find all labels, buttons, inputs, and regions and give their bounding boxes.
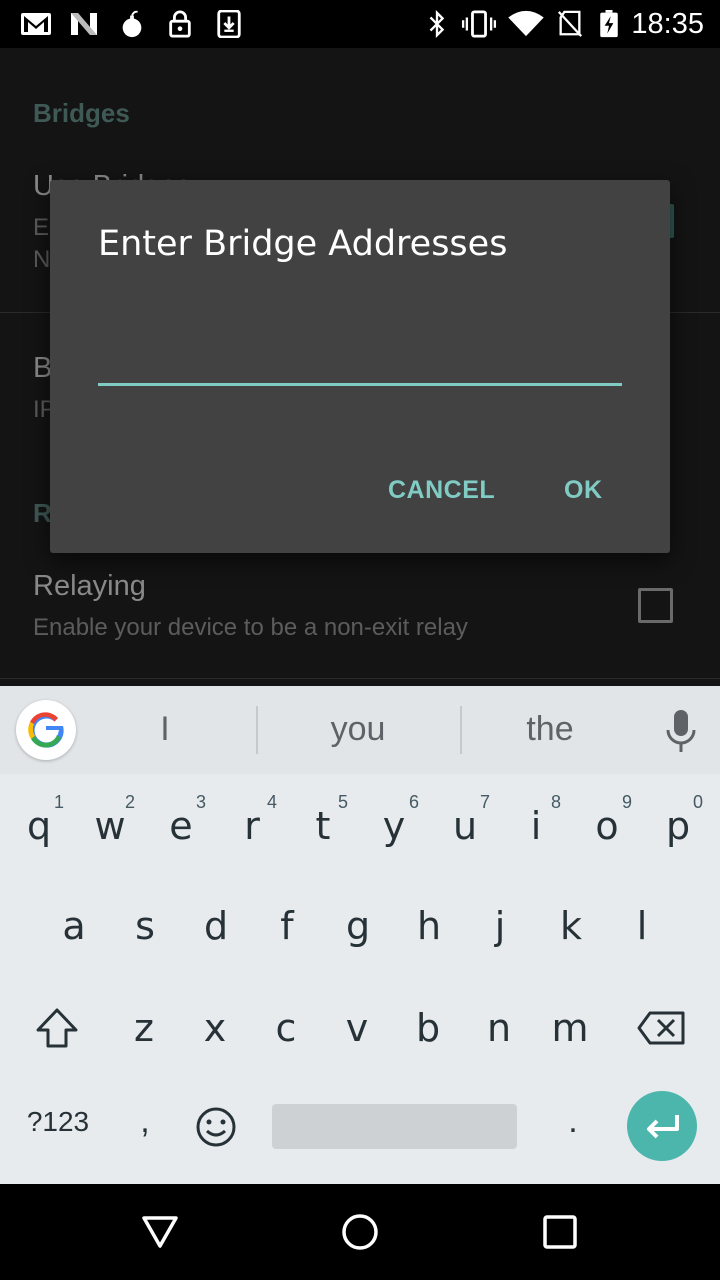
period-key[interactable]: .: [558, 1102, 588, 1141]
key-hint-6: 6: [409, 792, 420, 812]
clock: 18:35: [631, 8, 704, 40]
ok-button[interactable]: OK: [564, 476, 603, 505]
divider: [0, 678, 720, 679]
wifi-icon: [508, 10, 544, 37]
backspace-key-icon[interactable]: [636, 1010, 686, 1046]
key-hint-8: 8: [551, 792, 562, 812]
bridge-address-input[interactable]: [98, 330, 622, 386]
home-icon[interactable]: [336, 1208, 384, 1256]
key-h[interactable]: h: [394, 886, 464, 966]
microphone-icon[interactable]: [664, 710, 698, 754]
dialog-title: Enter Bridge Addresses: [98, 224, 508, 264]
battery-charging-icon: [600, 10, 618, 38]
key-z[interactable]: z: [109, 988, 179, 1068]
suggestion-divider: [256, 706, 258, 754]
emoji-key-icon[interactable]: [195, 1106, 237, 1148]
suggestion-1[interactable]: I: [105, 710, 225, 749]
key-hint-7: 7: [480, 792, 491, 812]
cancel-button[interactable]: CANCEL: [388, 476, 495, 505]
key-hint-0: 0: [693, 792, 704, 812]
category-bridges: Bridges: [33, 98, 130, 128]
enter-key[interactable]: [627, 1091, 697, 1161]
key-s[interactable]: s: [110, 886, 180, 966]
key-hint-9: 9: [622, 792, 633, 812]
key-hint-4: 4: [267, 792, 278, 812]
suggestion-3[interactable]: the: [490, 710, 610, 749]
suggestion-divider: [460, 706, 462, 754]
comma-key[interactable]: ,: [130, 1102, 160, 1141]
suggestion-bar: I you the: [0, 686, 720, 774]
relaying-checkbox[interactable]: [638, 588, 673, 623]
key-f[interactable]: f: [252, 886, 322, 966]
key-hint-3: 3: [196, 792, 207, 812]
key-v[interactable]: v: [322, 988, 392, 1068]
vibrate-icon: [461, 10, 497, 38]
recents-icon[interactable]: [536, 1208, 584, 1256]
screen: 18:35 Bridges Use Bridges E N B IP R Rel…: [0, 0, 720, 1280]
use-bridges-summary: E: [33, 214, 50, 241]
n-icon: [71, 13, 97, 35]
shift-key-icon[interactable]: [34, 1006, 80, 1050]
key-l[interactable]: l: [607, 886, 677, 966]
lock-icon: [169, 10, 191, 38]
key-k[interactable]: k: [536, 886, 606, 966]
key-d[interactable]: d: [181, 886, 251, 966]
key-c[interactable]: c: [251, 988, 321, 1068]
relaying-title[interactable]: Relaying: [33, 570, 146, 603]
key-a[interactable]: a: [39, 886, 109, 966]
symbols-key[interactable]: ?123: [18, 1106, 98, 1138]
key-m[interactable]: m: [535, 988, 605, 1068]
suggestion-2[interactable]: you: [298, 710, 418, 749]
key-b[interactable]: b: [393, 988, 463, 1068]
bomb-icon: [122, 10, 142, 38]
download-icon: [217, 10, 241, 38]
key-hint-5: 5: [338, 792, 349, 812]
key-j[interactable]: j: [465, 886, 535, 966]
space-key[interactable]: [272, 1104, 517, 1149]
key-n[interactable]: n: [464, 988, 534, 1068]
key-hint-2: 2: [125, 792, 136, 812]
no-sim-icon: [557, 10, 583, 37]
category-relay: R: [33, 498, 52, 528]
use-bridges-summary-2: N: [33, 246, 51, 273]
status-bar: 18:35: [0, 0, 720, 48]
enter-arrow-icon: [647, 1115, 679, 1139]
keyboard: I you the q1w2e3r4t5y6u7i8o9p0 asdfghjkl…: [0, 686, 720, 1184]
bridge-address-dialog: Enter Bridge Addresses CANCEL OK: [50, 180, 670, 553]
key-x[interactable]: x: [180, 988, 250, 1068]
relaying-summary: Enable your device to be a non-exit rela…: [33, 614, 468, 641]
gmail-icon: [21, 13, 51, 35]
navigation-bar: [0, 1184, 720, 1280]
back-icon[interactable]: [136, 1208, 184, 1256]
google-icon[interactable]: [16, 700, 76, 760]
bluetooth-icon: [429, 10, 445, 38]
key-g[interactable]: g: [323, 886, 393, 966]
key-hint-1: 1: [54, 792, 65, 812]
